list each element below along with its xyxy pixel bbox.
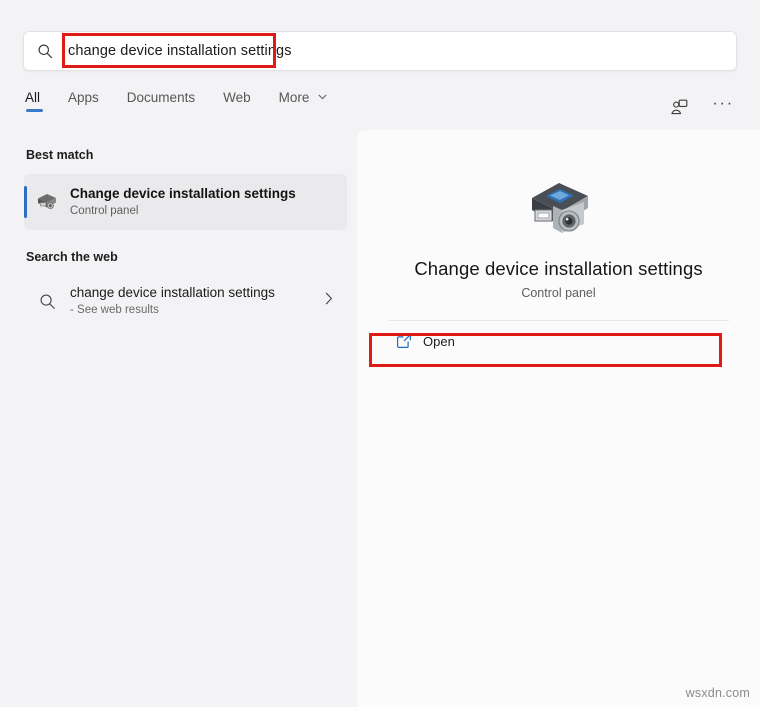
devices-and-printers-icon (531, 183, 588, 233)
tab-web-label: Web (223, 90, 251, 105)
feedback-icon[interactable] (664, 92, 694, 122)
search-the-web-section: Search the web change device installatio… (0, 250, 357, 327)
search-the-web-heading: Search the web (26, 250, 118, 264)
tab-more[interactable]: More (279, 90, 328, 112)
tab-documents[interactable]: Documents (127, 90, 195, 112)
tab-more-label: More (278, 90, 310, 105)
web-result-text: change device installation settings - Se… (70, 284, 275, 318)
header-actions: ··· (664, 88, 738, 126)
tab-documents-label: Documents (126, 90, 196, 105)
windows-search-window: change device installation settings All … (0, 0, 760, 707)
search-input[interactable]: change device installation settings (66, 43, 292, 59)
best-match-section: Best match Change device installation se… (0, 148, 357, 230)
open-external-icon (385, 333, 423, 349)
search-icon (24, 293, 70, 310)
best-match-heading: Best match (26, 148, 94, 162)
tab-apps-label: Apps (68, 90, 99, 105)
web-result-title: change device installation settings (70, 285, 275, 300)
watermark: wsxdn.com (685, 686, 750, 700)
preview-title: Change device installation settings (414, 258, 703, 279)
best-match-result-row[interactable]: Change device installation settings Cont… (24, 174, 347, 230)
chevron-down-icon (318, 88, 327, 103)
selection-indicator (24, 186, 27, 218)
preview-panel: Change device installation settings Cont… (357, 130, 760, 707)
results-list: Best match Change device installation se… (0, 130, 357, 707)
tab-all-label: All (25, 90, 41, 105)
more-options-icon[interactable]: ··· (708, 88, 738, 126)
preview-divider (388, 320, 729, 321)
best-match-title: Change device installation settings (70, 186, 296, 201)
tab-web[interactable]: Web (223, 90, 251, 112)
best-match-text: Change device installation settings Cont… (70, 185, 296, 219)
chevron-right-icon[interactable] (325, 292, 333, 310)
tab-apps[interactable]: Apps (68, 90, 99, 112)
search-box[interactable]: change device installation settings (23, 31, 737, 71)
web-result-subtitle: - See web results (70, 304, 159, 316)
web-result-row[interactable]: change device installation settings - Se… (24, 275, 347, 327)
best-match-subtitle: Control panel (70, 205, 139, 217)
search-filter-tabs: All Apps Documents Web More (25, 90, 355, 124)
preview-subtitle: Control panel (521, 286, 596, 300)
tab-all[interactable]: All (25, 90, 44, 112)
open-button-label: Open (423, 333, 455, 349)
open-button[interactable]: Open (385, 326, 732, 356)
devices-and-printers-icon (24, 190, 70, 214)
search-icon (24, 43, 66, 59)
